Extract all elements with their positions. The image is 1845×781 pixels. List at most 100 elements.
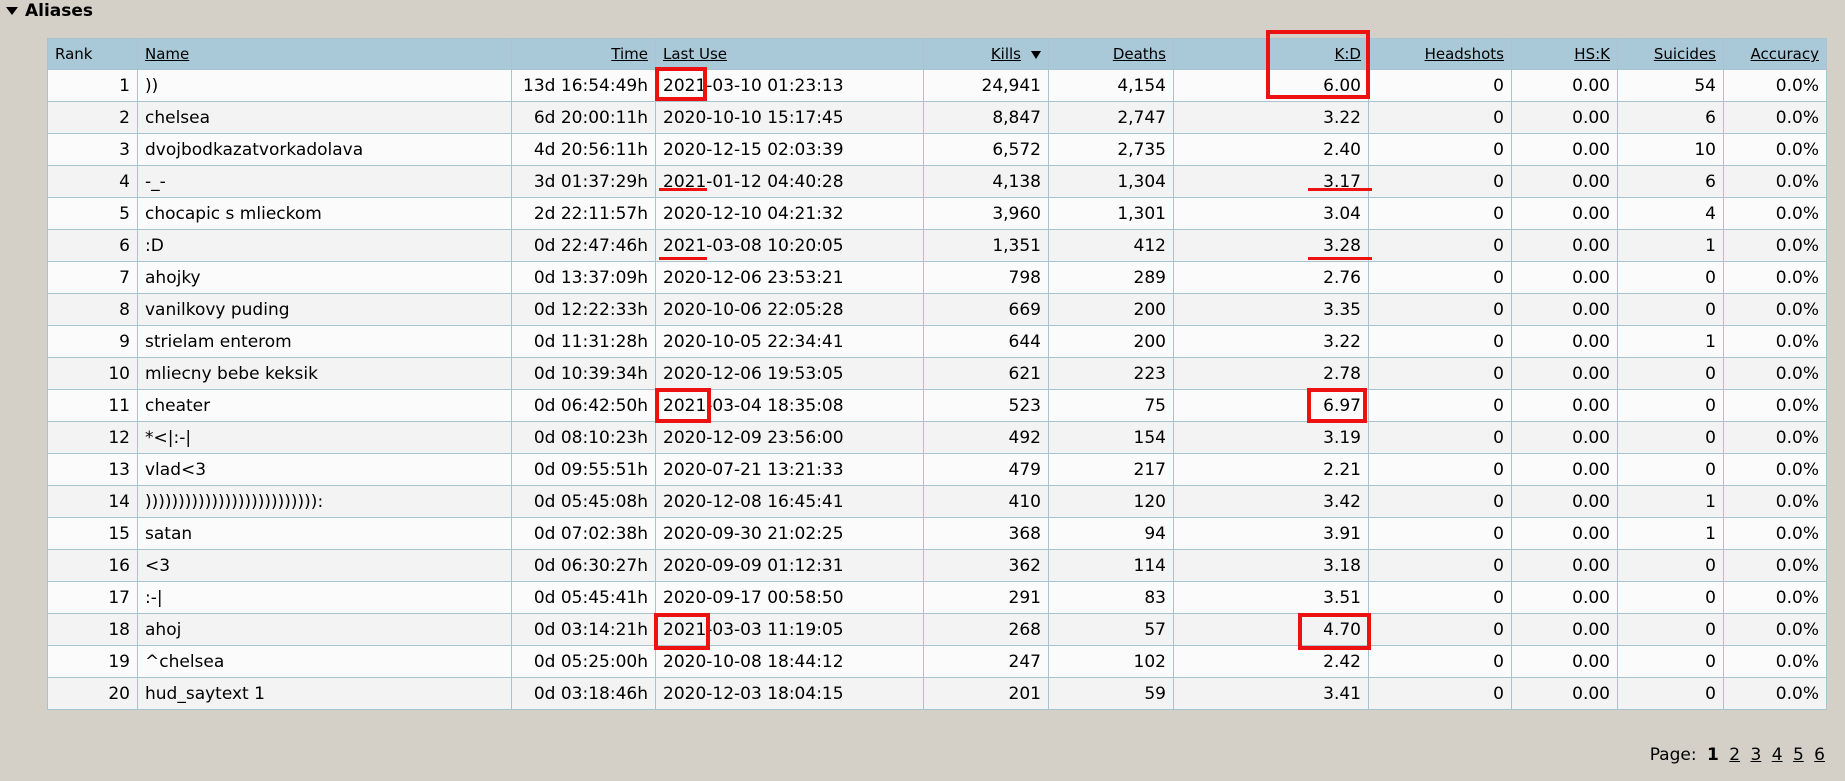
page-link[interactable]: 4	[1772, 745, 1783, 765]
cell-deaths: 120	[1048, 485, 1174, 518]
column-header-time: Time	[511, 38, 656, 70]
cell-hsk: 0.00	[1511, 69, 1618, 102]
cell-accuracy: 0.0%	[1723, 325, 1827, 358]
cell-hsk: 0.00	[1511, 293, 1618, 326]
cell-hsk: 0.00	[1511, 325, 1618, 358]
cell-time: 6d 20:00:11h	[511, 101, 656, 134]
cell-rank: 16	[47, 549, 138, 582]
collapse-triangle-icon[interactable]	[6, 7, 18, 15]
cell-last-use: 2020-09-30 21:02:25	[655, 517, 924, 550]
cell-time: 0d 10:39:34h	[511, 357, 656, 390]
cell-deaths: 412	[1048, 229, 1174, 262]
cell-accuracy: 0.0%	[1723, 613, 1827, 646]
cell-headshots: 0	[1368, 677, 1512, 710]
cell-last-use: 2020-10-08 18:44:12	[655, 645, 924, 678]
cell-deaths: 1,304	[1048, 165, 1174, 198]
sort-by-headshots-link[interactable]: Headshots	[1425, 45, 1504, 63]
cell-hsk: 0.00	[1511, 133, 1618, 166]
table-row: 15 satan 0d 07:02:38h 2020-09-30 21:02:25 36…	[47, 517, 1827, 550]
cell-deaths: 289	[1048, 261, 1174, 294]
column-header-headshots: Headshots	[1368, 38, 1512, 70]
table-row: 17:-| 0d 05:45:41h 2020-09-17 00:58:50 291 8…	[47, 581, 1827, 614]
cell-last-use: 2021-03-10 01:23:13	[655, 69, 924, 102]
cell-suicides: 0	[1617, 453, 1724, 486]
cell-deaths: 83	[1048, 581, 1174, 614]
cell-time: 0d 13:37:09h	[511, 261, 656, 294]
page-link[interactable]: 2	[1729, 745, 1740, 765]
cell-name: <3	[137, 549, 512, 582]
cell-kd: 2.40	[1173, 133, 1369, 166]
sort-by-deaths-link[interactable]: Deaths	[1113, 45, 1166, 63]
cell-suicides: 6	[1617, 101, 1724, 134]
cell-kills: 3,960	[923, 197, 1049, 230]
section-title: Aliases	[25, 1, 94, 21]
column-header-rank: Rank	[47, 38, 138, 70]
cell-last-use: 2021-01-12 04:40:28	[655, 165, 924, 198]
cell-last-use: 2020-10-06 22:05:28	[655, 293, 924, 326]
sort-by-kd-link[interactable]: K:D	[1335, 45, 1361, 63]
cell-name: cheater	[137, 389, 512, 422]
cell-headshots: 0	[1368, 581, 1512, 614]
sort-by-last-use-link[interactable]: Last Use	[663, 45, 727, 63]
cell-kills: 8,847	[923, 101, 1049, 134]
column-header-deaths: Deaths	[1048, 38, 1174, 70]
cell-kills: 362	[923, 549, 1049, 582]
cell-headshots: 0	[1368, 517, 1512, 550]
cell-accuracy: 0.0%	[1723, 421, 1827, 454]
column-header-kd: K:D	[1173, 38, 1369, 70]
cell-rank: 6	[47, 229, 138, 262]
cell-accuracy: 0.0%	[1723, 197, 1827, 230]
cell-deaths: 2,735	[1048, 133, 1174, 166]
sort-by-name-link[interactable]: Name	[145, 45, 189, 63]
cell-hsk: 0.00	[1511, 421, 1618, 454]
cell-accuracy: 0.0%	[1723, 677, 1827, 710]
sort-by-accuracy-link[interactable]: Accuracy	[1751, 45, 1819, 63]
cell-kills: 247	[923, 645, 1049, 678]
sort-by-hsk-link[interactable]: HS:K	[1574, 45, 1610, 63]
cell-kd: 3.51	[1173, 581, 1369, 614]
cell-rank: 18	[47, 613, 138, 646]
cell-suicides: 0	[1617, 357, 1724, 390]
cell-headshots: 0	[1368, 453, 1512, 486]
cell-kd: 4.70	[1173, 613, 1369, 646]
cell-name: ))	[137, 69, 512, 102]
section-header[interactable]: Aliases	[0, 0, 93, 22]
cell-last-use: 2020-12-09 23:56:00	[655, 421, 924, 454]
cell-rank: 4	[47, 165, 138, 198]
column-header-suicides: Suicides	[1617, 38, 1724, 70]
cell-headshots: 0	[1368, 325, 1512, 358]
page-link[interactable]: 5	[1793, 745, 1804, 765]
cell-kd: 2.78	[1173, 357, 1369, 390]
cell-accuracy: 0.0%	[1723, 293, 1827, 326]
cell-time: 0d 06:42:50h	[511, 389, 656, 422]
cell-time: 0d 11:31:28h	[511, 325, 656, 358]
cell-suicides: 6	[1617, 165, 1724, 198]
cell-hsk: 0.00	[1511, 165, 1618, 198]
column-header-accuracy: Accuracy	[1723, 38, 1827, 70]
cell-deaths: 59	[1048, 677, 1174, 710]
page-link[interactable]: 3	[1750, 745, 1761, 765]
table-row: 18 ahoj 0d 03:14:21h 2021-03-03 11:19:05 268…	[47, 613, 1827, 646]
sort-by-kills-link[interactable]: Kills	[991, 45, 1021, 63]
cell-kills: 492	[923, 421, 1049, 454]
cell-rank: 13	[47, 453, 138, 486]
cell-hsk: 0.00	[1511, 357, 1618, 390]
table-row: 5 chocapic s mlieckom 2d 22:11:57h 2020-12-…	[47, 197, 1827, 230]
cell-suicides: 0	[1617, 613, 1724, 646]
cell-name: *<|:-|	[137, 421, 512, 454]
cell-suicides: 0	[1617, 261, 1724, 294]
cell-headshots: 0	[1368, 165, 1512, 198]
cell-kills: 268	[923, 613, 1049, 646]
sort-by-time-link[interactable]: Time	[611, 45, 648, 63]
cell-rank: 20	[47, 677, 138, 710]
column-header-hsk: HS:K	[1511, 38, 1618, 70]
cell-suicides: 0	[1617, 389, 1724, 422]
cell-kd: 3.41	[1173, 677, 1369, 710]
cell-kills: 368	[923, 517, 1049, 550]
cell-accuracy: 0.0%	[1723, 549, 1827, 582]
page-link[interactable]: 6	[1814, 745, 1825, 765]
cell-headshots: 0	[1368, 197, 1512, 230]
sort-by-suicides-link[interactable]: Suicides	[1654, 45, 1716, 63]
cell-kd: 3.42	[1173, 485, 1369, 518]
cell-suicides: 54	[1617, 69, 1724, 102]
